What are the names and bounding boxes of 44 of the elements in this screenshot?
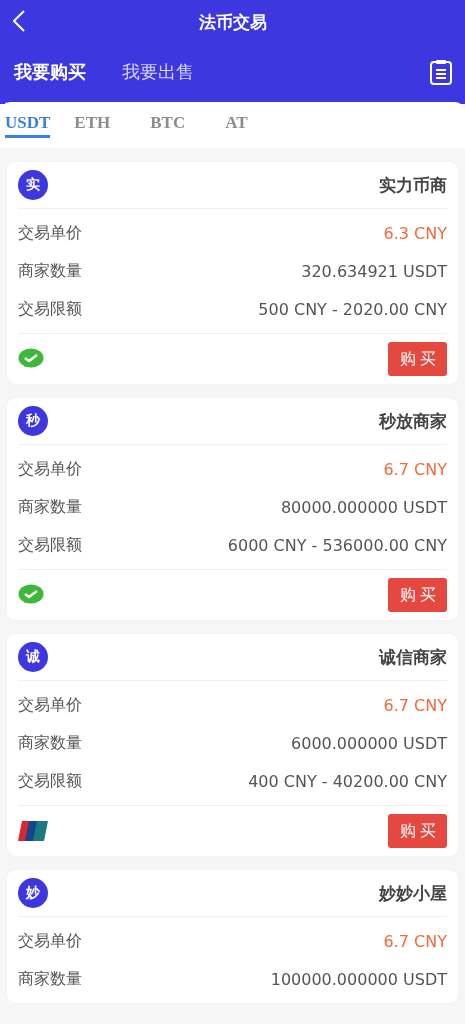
wechat-pay-icon <box>18 348 44 370</box>
field-label: 交易单价 <box>18 930 82 952</box>
coin-tab[interactable]: AT <box>225 112 248 138</box>
merchant-name: 诚信商家 <box>379 645 447 669</box>
price-value: 6.7 CNY <box>383 695 447 715</box>
field-label: 商家数量 <box>18 496 82 518</box>
field-value: 100000.000000 USDT <box>270 969 447 989</box>
wechat-pay-icon <box>18 584 44 606</box>
coin-tab[interactable]: ETH <box>74 112 111 138</box>
mode-tab[interactable]: 我要出售 <box>122 60 194 84</box>
price-value: 6.3 CNY <box>383 223 447 243</box>
field-label: 交易限额 <box>18 298 82 320</box>
merchant-avatar: 秒 <box>18 406 48 436</box>
field-value: 80000.000000 USDT <box>280 497 447 517</box>
merchant-avatar: 妙 <box>18 878 48 908</box>
price-value: 6.7 CNY <box>383 931 447 951</box>
order-list-icon[interactable] <box>429 59 453 85</box>
field-label: 交易单价 <box>18 222 82 244</box>
field-value: 6000 CNY - 536000.00 CNY <box>227 535 447 555</box>
merchant-avatar: 诚 <box>18 642 48 672</box>
field-label: 商家数量 <box>18 260 82 282</box>
coin-tab[interactable]: BTC <box>150 112 186 138</box>
field-value: 6000.000000 USDT <box>291 733 447 753</box>
field-label: 交易单价 <box>18 694 82 716</box>
merchant-avatar: 实 <box>18 170 48 200</box>
merchant-name: 秒放商家 <box>379 409 447 433</box>
page-title: 法币交易 <box>198 10 267 34</box>
merchant-name: 实力币商 <box>379 173 447 197</box>
coin-tab[interactable]: USDT <box>5 112 51 138</box>
field-label: 交易限额 <box>18 770 82 792</box>
price-value: 6.7 CNY <box>383 459 447 479</box>
buy-button[interactable]: 购买 <box>388 342 447 376</box>
buy-button[interactable]: 购买 <box>388 578 447 612</box>
mode-tab[interactable]: 我要购买 <box>14 60 86 84</box>
field-value: 400 CNY - 40200.00 CNY <box>248 771 447 791</box>
buy-button[interactable]: 购买 <box>388 814 447 848</box>
field-label: 商家数量 <box>18 732 82 754</box>
unionpay-icon <box>18 821 48 841</box>
field-value: 320.634921 USDT <box>301 261 447 281</box>
field-label: 交易单价 <box>18 458 82 480</box>
merchant-name: 妙妙小屋 <box>379 881 447 905</box>
field-label: 商家数量 <box>18 968 82 990</box>
field-label: 交易限额 <box>18 534 82 556</box>
field-value: 500 CNY - 2020.00 CNY <box>258 299 447 319</box>
